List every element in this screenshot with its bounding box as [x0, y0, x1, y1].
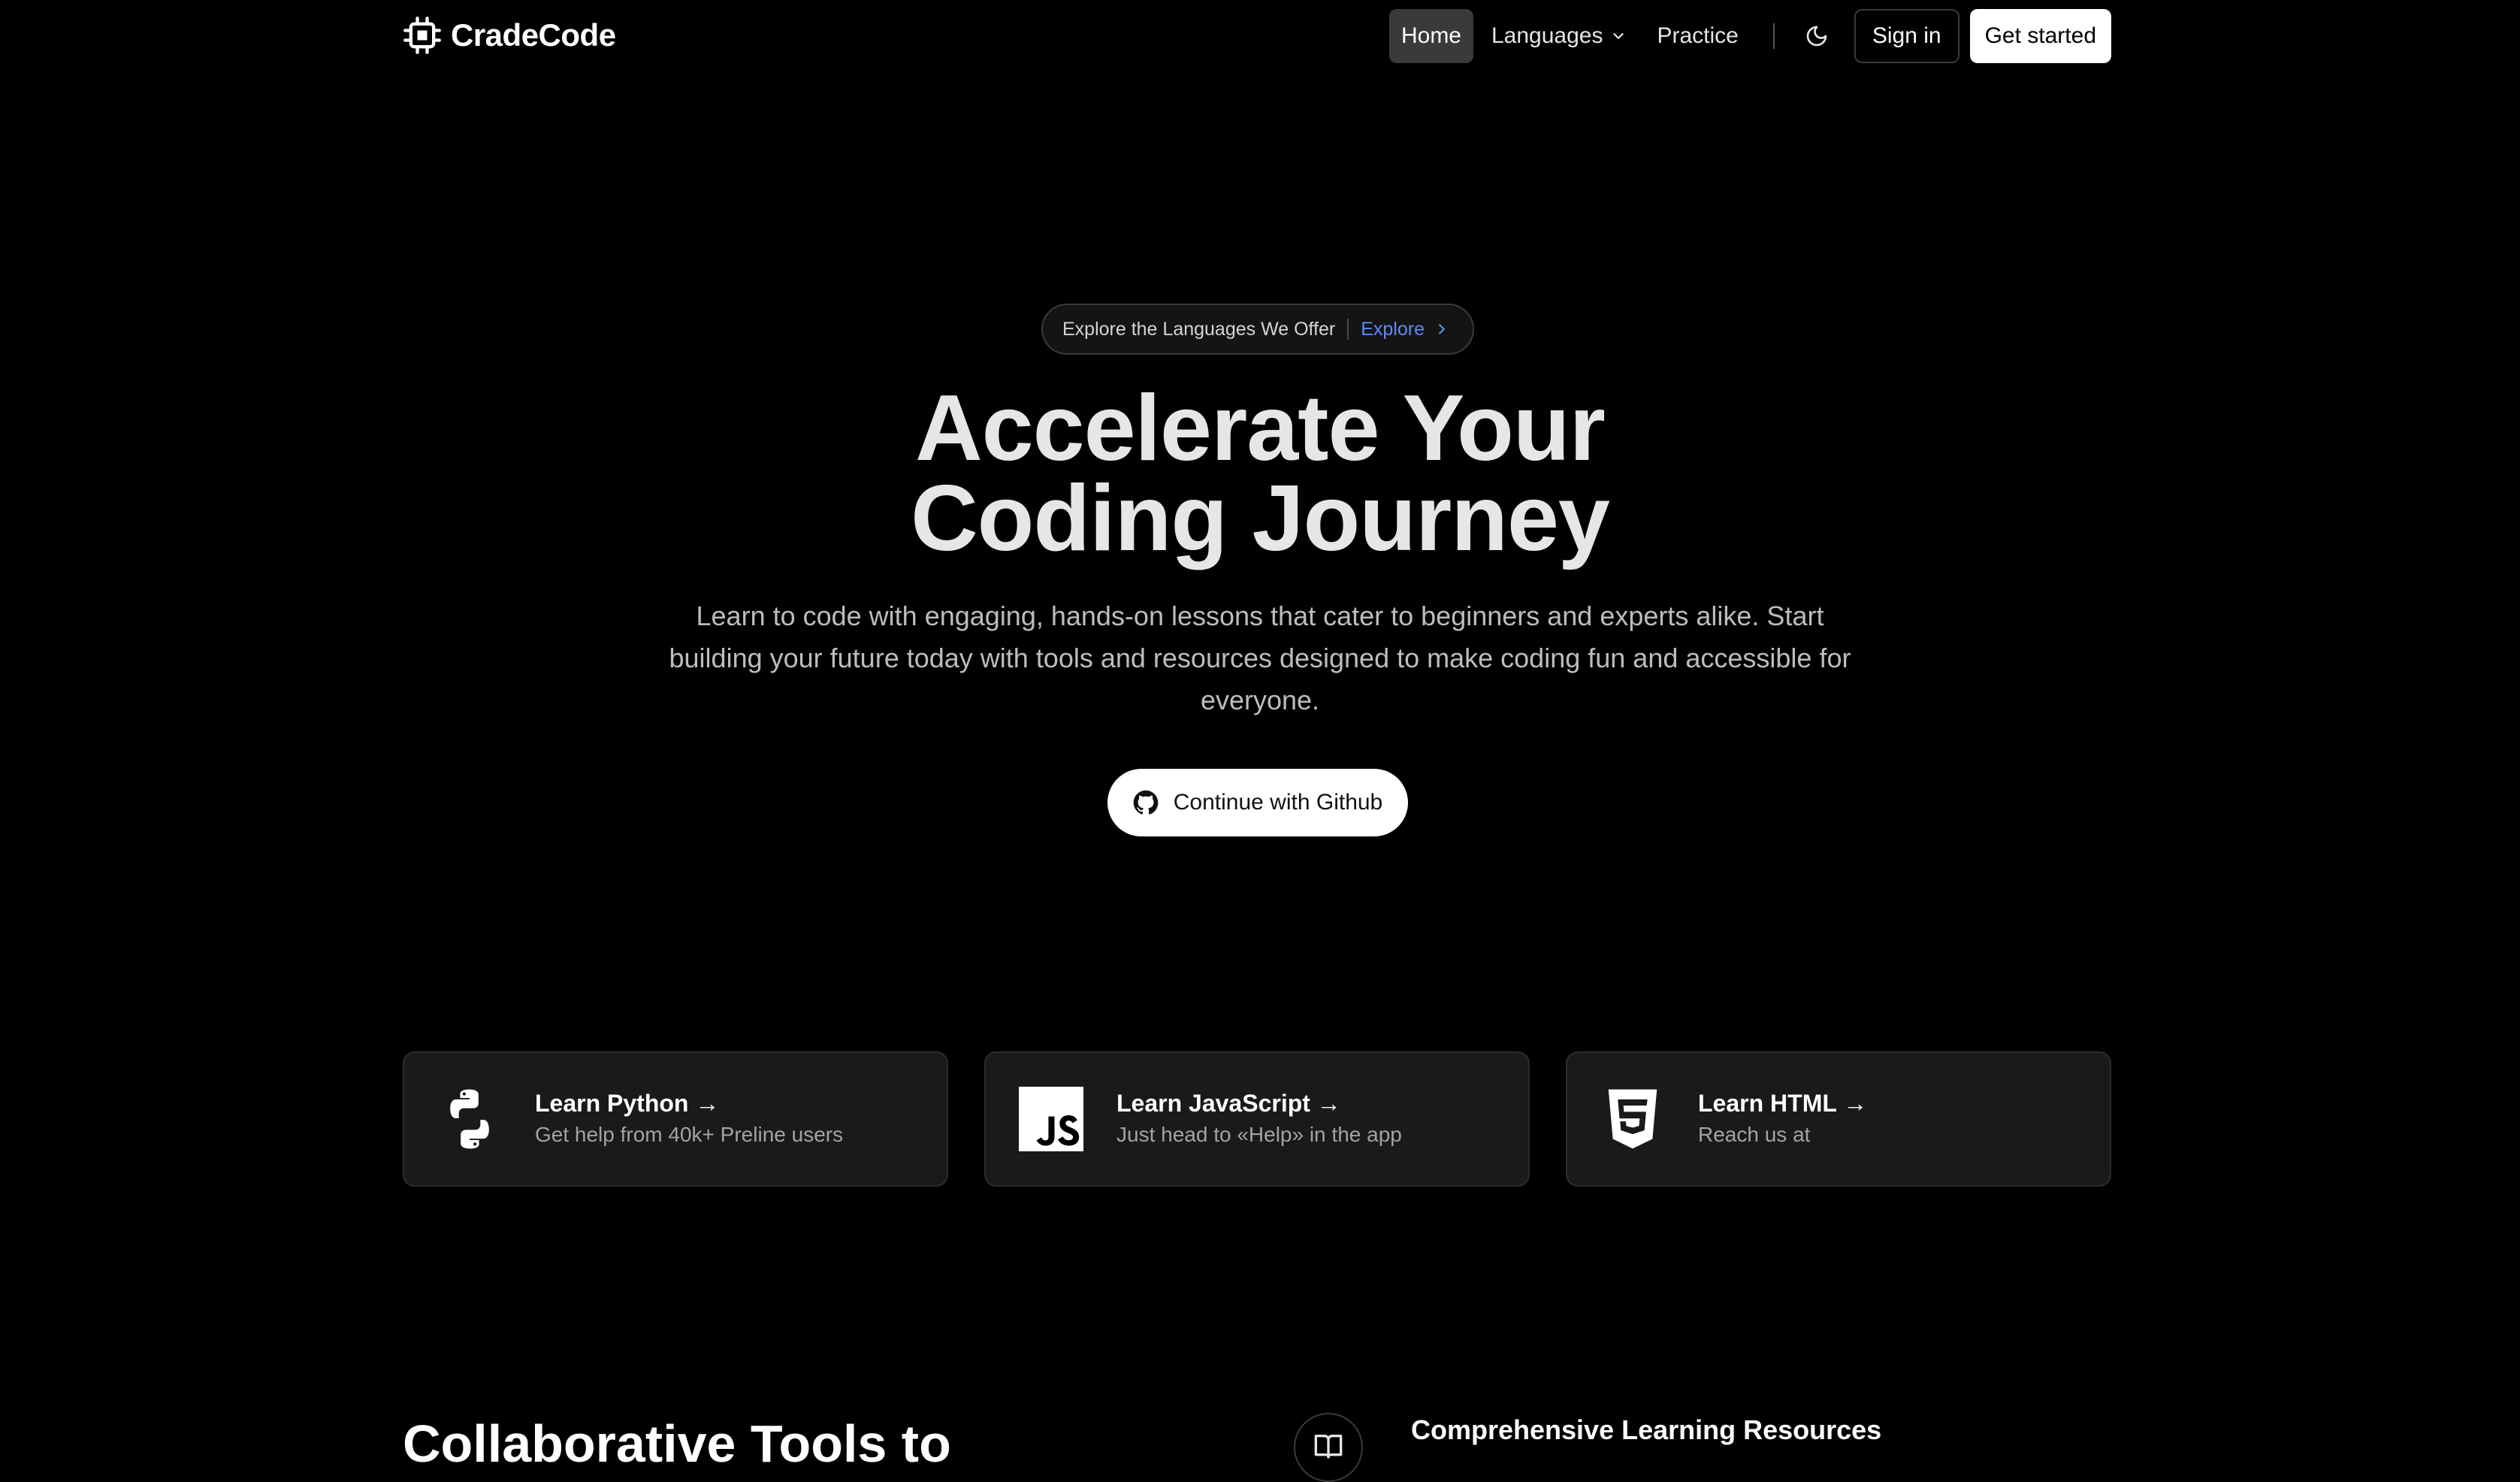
moon-icon: [1806, 26, 1827, 47]
hero-subtitle: Learn to code with engaging, hands-on le…: [669, 600, 1851, 715]
chevron-right-icon: [1439, 324, 1445, 334]
logo-text: CradeCode: [451, 17, 616, 53]
nav-practice[interactable]: Practice: [1645, 9, 1750, 63]
sign-in-button[interactable]: Sign in: [1854, 9, 1959, 63]
logo[interactable]: CradeCode: [403, 14, 616, 57]
card-learn-python[interactable]: Learn Python → Get help from 40k+ Prelin…: [403, 1051, 948, 1187]
feature-title: Comprehensive Learning Resources: [1411, 1414, 1882, 1445]
explore-link-label: Explore: [1361, 318, 1425, 340]
python-icon-wrap: [437, 1087, 502, 1151]
card-text: Learn JavaScript → Just head to «Help» i…: [1116, 1087, 1402, 1151]
explore-languages-pill[interactable]: Explore the Languages We Offer Explore: [1041, 304, 1474, 355]
continue-with-github-button[interactable]: Continue with Github: [1107, 769, 1408, 836]
card-learn-javascript[interactable]: Learn JavaScript → Just head to «Help» i…: [984, 1051, 1530, 1187]
hero-title-line-1: Accelerate Your: [915, 377, 1606, 480]
book-open-icon: [1314, 1435, 1343, 1459]
pill-text: Explore the Languages We Offer: [1062, 318, 1336, 340]
javascript-icon-wrap: [1019, 1087, 1083, 1151]
nav-home[interactable]: Home: [1388, 9, 1473, 63]
hero-title: Accelerate Your Coding Journey: [0, 377, 2520, 570]
nav-languages-dropdown[interactable]: Languages: [1479, 9, 1639, 63]
get-started-button[interactable]: Get started: [1969, 9, 2111, 63]
pill-divider: [1347, 319, 1349, 340]
github-icon: [1133, 790, 1159, 815]
cpu-chip-icon: [403, 17, 441, 54]
hero-title-line-2: Coding Journey: [911, 467, 1610, 570]
card-title: Learn Python →: [535, 1090, 720, 1117]
section-title: Collaborative Tools to: [403, 1414, 951, 1473]
card-description: Reach us at: [1698, 1123, 1811, 1146]
html5-icon: [1608, 1089, 1657, 1149]
explore-link[interactable]: Explore: [1361, 319, 1450, 340]
nav-languages-label: Languages: [1491, 23, 1603, 48]
html5-icon-wrap: [1600, 1087, 1665, 1151]
nav-divider: [1772, 23, 1775, 49]
javascript-icon: [1019, 1087, 1083, 1151]
site-header: CradeCode Home Languages Practice Sign i…: [0, 0, 2520, 72]
card-title: Learn HTML →: [1698, 1090, 1868, 1117]
card-description: Just head to «Help» in the app: [1116, 1123, 1402, 1146]
theme-toggle-button[interactable]: [1794, 14, 1839, 59]
python-icon: [450, 1089, 489, 1149]
feature-icon-circle: [1294, 1413, 1363, 1482]
chevron-down-icon: [1613, 33, 1624, 39]
card-learn-html[interactable]: Learn HTML → Reach us at: [1566, 1051, 2111, 1187]
main-nav: Home Languages Practice Sign in Get star…: [1388, 9, 2111, 63]
card-title: Learn JavaScript →: [1116, 1090, 1341, 1117]
card-text: Learn Python → Get help from 40k+ Prelin…: [535, 1087, 843, 1151]
card-text: Learn HTML → Reach us at: [1698, 1087, 1867, 1151]
github-button-label: Continue with Github: [1173, 790, 1383, 815]
card-description: Get help from 40k+ Preline users: [535, 1123, 844, 1146]
